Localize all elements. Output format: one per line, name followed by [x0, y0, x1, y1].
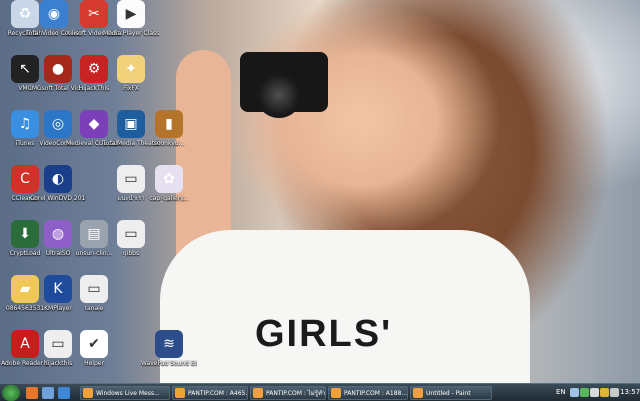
video-converter-icon: ◉ — [40, 0, 68, 28]
desktop-icon-label: Media Player Classic - Ho... — [103, 30, 159, 37]
image-file-icon: ▮ — [155, 110, 183, 138]
camera-lens — [256, 72, 302, 118]
checkmark-icon: ✔ — [80, 330, 108, 358]
gallery-icon: ✿ — [155, 165, 183, 193]
taskbar-button-label: PANTIP.COM : A465... — [188, 389, 248, 397]
desktop-icon[interactable]: ≋ WavePad Sound Editor — [141, 330, 197, 383]
firefox-tab-icon — [253, 388, 263, 398]
taskbar-button-label: PANTIP.COM : A188... — [344, 389, 408, 397]
show-desktop-icon[interactable] — [42, 387, 54, 399]
volume-icon[interactable] — [590, 388, 599, 397]
taskbar: Windows Live Mess... PANTIP.COM : A465...… — [0, 383, 640, 401]
wallpaper-shirt-text: GIRLS' — [255, 313, 393, 355]
firefox-icon[interactable] — [26, 387, 38, 399]
messenger-tray-icon[interactable] — [580, 388, 589, 397]
desktop-icon[interactable]: ◐ Corel WinDVD 2010 — [30, 165, 86, 221]
desktop-icon[interactable]: ✿ cap_gallery... — [141, 165, 197, 221]
desktop-icon[interactable]: ✦ FixFX — [103, 55, 159, 111]
desktop-icon[interactable]: ✔ Helper — [66, 330, 122, 383]
taskbar-button-label: Untitled - Paint — [426, 389, 471, 397]
taskbar-button[interactable]: PANTIP.COM : A188... — [328, 386, 408, 400]
ie-icon[interactable] — [58, 387, 70, 399]
desktop: GIRLS' ♻Recycle Bin◉Total Video Converte… — [0, 0, 640, 383]
text-file-icon: ▭ — [80, 275, 108, 303]
firefox-tab-icon — [331, 388, 341, 398]
security-icon[interactable] — [600, 388, 609, 397]
wavepad-icon: ≋ — [155, 330, 183, 358]
desktop-icon-label: FixFX — [123, 85, 139, 92]
network-icon[interactable] — [570, 388, 579, 397]
windvd-icon: ◐ — [44, 165, 72, 193]
desktop-icon[interactable]: ▮ soonkyu... — [141, 110, 197, 166]
desktop-icon-label: Helper — [84, 360, 104, 367]
taskbar-button-label: PANTIP.COM : ไม่รู้ทำ... — [266, 390, 326, 397]
update-icon[interactable] — [610, 388, 619, 397]
taskbar-button[interactable]: PANTIP.COM : ไม่รู้ทำ... — [250, 386, 326, 400]
taskbar-button[interactable]: Windows Live Mess... — [80, 386, 170, 400]
windows-start-icon[interactable] — [2, 385, 20, 401]
language-indicator[interactable]: EN — [556, 388, 566, 396]
firefox-tab-icon — [175, 388, 185, 398]
messenger-icon — [83, 388, 93, 398]
taskbar-button[interactable]: PANTIP.COM : A465... — [172, 386, 248, 400]
desktop-icon-label: Corel WinDVD 2010 — [30, 195, 86, 202]
paint-icon — [413, 388, 423, 398]
desktop-icon-label: cap_gallery... — [149, 195, 189, 202]
clock[interactable]: 13:57 — [620, 388, 640, 396]
desktop-icon-label: WavePad Sound Editor — [141, 360, 197, 367]
desktop-icon-label: ranale — [84, 305, 104, 312]
taskbar-button[interactable]: Untitled - Paint — [410, 386, 492, 400]
text-file-icon: ▭ — [117, 220, 145, 248]
wallpaper-shirt — [160, 230, 530, 383]
desktop-icon[interactable]: ▶ Media Player Classic - Ho... — [103, 0, 159, 56]
fixfx-icon: ✦ — [117, 55, 145, 83]
taskbar-button-label: Windows Live Mess... — [96, 389, 160, 397]
desktop-icon-label: soonkyu... — [153, 140, 185, 147]
media-player-icon: ▶ — [117, 0, 145, 28]
desktop-icon-label: gibbs — [122, 250, 140, 257]
desktop-icon[interactable]: ▭ gibbs — [103, 220, 159, 276]
desktop-icon[interactable]: ▭ ranale — [66, 275, 122, 331]
